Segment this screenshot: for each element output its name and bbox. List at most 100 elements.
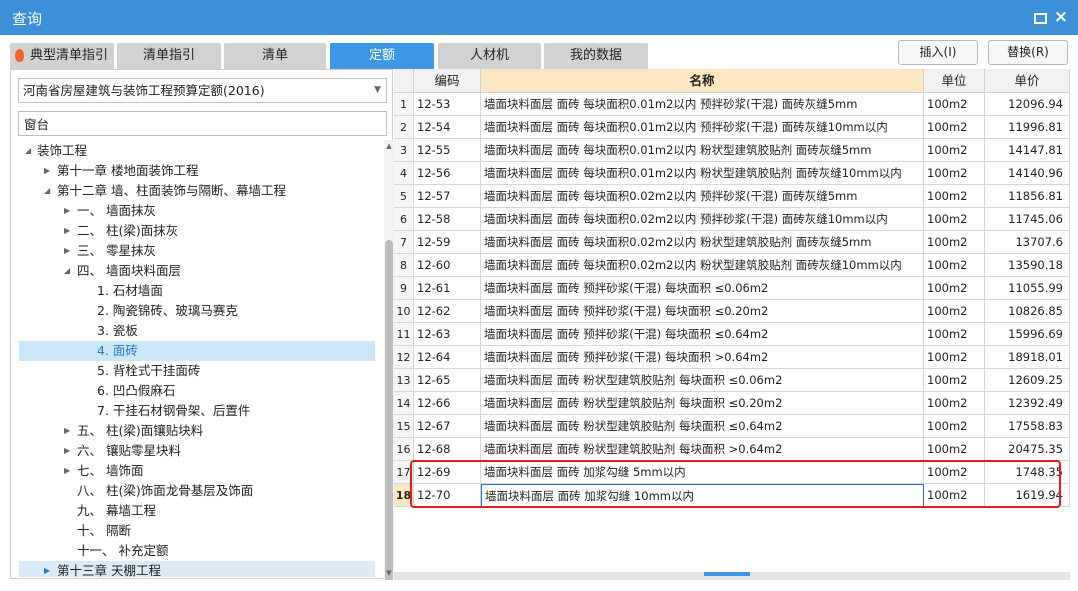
tree-node[interactable]: 3. 瓷板 (19, 321, 375, 341)
price-cell[interactable]: 10826.85 (985, 300, 1070, 323)
tree-node[interactable]: ◢ 四、 墙面块料面层 (19, 261, 375, 281)
tree-scrollbar[interactable]: ▲ ▼ (384, 140, 394, 584)
collapse-triangle-icon[interactable]: ◢ (25, 141, 35, 161)
code-cell[interactable]: 12-60 (414, 254, 481, 277)
close-icon[interactable]: × (1053, 9, 1069, 26)
tree-node[interactable]: ▶ 三、 零星抹灰 (19, 241, 375, 261)
table-row[interactable]: 10 12-62 墙面块料面层 面砖 预拌砂浆(干混) 每块面积 ≤0.20m2 10… (394, 300, 1070, 323)
price-cell[interactable]: 12609.25 (985, 369, 1070, 392)
table-row[interactable]: 8 12-60 墙面块料面层 面砖 每块面积0.02m2以内 粉状型建筑胶贴剂 面砖… (394, 254, 1070, 277)
unit-cell[interactable]: 100m2 (924, 369, 985, 392)
expand-triangle-icon[interactable]: ▶ (64, 461, 74, 481)
price-cell[interactable]: 18918.01 (985, 346, 1070, 369)
grid-horizontal-scrollbar[interactable] (394, 572, 1070, 580)
tree-node[interactable]: ◢ 装饰工程 (19, 141, 375, 161)
quota-library-select[interactable]: 河南省房屋建筑与装饰工程预算定额(2016) ▼ (18, 78, 387, 103)
unit-cell[interactable]: 100m2 (924, 392, 985, 415)
tree-node[interactable]: ▶ 第十一章 楼地面装饰工程 (19, 161, 375, 181)
row-number[interactable]: 8 (394, 254, 414, 277)
price-cell[interactable]: 12096.94 (985, 93, 1070, 116)
name-cell[interactable]: 墙面块料面层 面砖 每块面积0.02m2以内 预拌砂浆(干混) 面砖灰缝5mm (481, 185, 924, 208)
price-cell[interactable]: 15996.69 (985, 323, 1070, 346)
expand-triangle-icon[interactable]: ▶ (44, 161, 54, 181)
price-cell[interactable]: 14140.96 (985, 162, 1070, 185)
tree-node[interactable]: 九、 幕墙工程 (19, 501, 375, 521)
tab-labor-material-machine[interactable]: 人材机 (438, 43, 541, 69)
unit-cell[interactable]: 100m2 (924, 139, 985, 162)
code-cell[interactable]: 12-64 (414, 346, 481, 369)
name-cell[interactable]: 墙面块料面层 面砖 每块面积0.01m2以内 粉状型建筑胶贴剂 面砖灰缝5mm (481, 139, 924, 162)
price-cell[interactable]: 12392.49 (985, 392, 1070, 415)
code-cell[interactable]: 12-65 (414, 369, 481, 392)
tree-node[interactable]: ▶ 第十三章 天棚工程 (19, 561, 375, 577)
row-number[interactable]: 3 (394, 139, 414, 162)
tab-my-data[interactable]: 我的数据 (544, 43, 648, 69)
name-cell[interactable]: 墙面块料面层 面砖 每块面积0.02m2以内 预拌砂浆(干混) 面砖灰缝10mm… (481, 208, 924, 231)
tree-node[interactable]: 2. 陶瓷锦砖、玻璃马赛克 (19, 301, 375, 321)
code-cell[interactable]: 12-63 (414, 323, 481, 346)
tree-node[interactable]: 十、 隔断 (19, 521, 375, 541)
price-cell[interactable]: 11745.06 (985, 208, 1070, 231)
table-row[interactable]: 3 12-55 墙面块料面层 面砖 每块面积0.01m2以内 粉状型建筑胶贴剂 面砖… (394, 139, 1070, 162)
row-number[interactable]: 13 (394, 369, 414, 392)
tree-node[interactable]: 十一、 补充定额 (19, 541, 375, 561)
code-cell[interactable]: 12-56 (414, 162, 481, 185)
tree-node[interactable]: ◢ 第十二章 墙、柱面装饰与隔断、幕墙工程 (19, 181, 375, 201)
tree-node[interactable]: 4. 面砖 (19, 341, 375, 361)
row-number[interactable]: 9 (394, 277, 414, 300)
unit-cell[interactable]: 100m2 (924, 415, 985, 438)
scroll-up-icon[interactable]: ▲ (384, 140, 394, 152)
expand-triangle-icon[interactable]: ▶ (64, 201, 74, 221)
table-row[interactable]: 2 12-54 墙面块料面层 面砖 每块面积0.01m2以内 预拌砂浆(干混) 面砖… (394, 116, 1070, 139)
maximize-icon[interactable] (1031, 9, 1047, 25)
row-number[interactable]: 11 (394, 323, 414, 346)
tree-node[interactable]: 八、 柱(梁)饰面龙骨基层及饰面 (19, 481, 375, 501)
unit-cell[interactable]: 100m2 (924, 93, 985, 116)
name-cell[interactable]: 墙面块料面层 面砖 粉状型建筑胶贴剂 每块面积 ≤0.20m2 (481, 392, 924, 415)
tree-node[interactable]: 1. 石材墙面 (19, 281, 375, 301)
collapse-triangle-icon[interactable]: ◢ (64, 261, 74, 281)
expand-triangle-icon[interactable]: ▶ (64, 421, 74, 441)
tree-node[interactable]: ▶ 二、 柱(梁)面抹灰 (19, 221, 375, 241)
header-unit[interactable]: 单位 (924, 69, 985, 93)
row-number[interactable]: 7 (394, 231, 414, 254)
name-cell[interactable]: 墙面块料面层 面砖 每块面积0.01m2以内 预拌砂浆(干混) 面砖灰缝10mm… (481, 116, 924, 139)
header-name[interactable]: 名称 (481, 69, 924, 93)
table-row[interactable]: 7 12-59 墙面块料面层 面砖 每块面积0.02m2以内 粉状型建筑胶贴剂 面砖… (394, 231, 1070, 254)
table-row[interactable]: 16 12-68 墙面块料面层 面砖 粉状型建筑胶贴剂 每块面积 >0.64m2 10… (394, 438, 1070, 461)
unit-cell[interactable]: 100m2 (924, 185, 985, 208)
scroll-down-icon[interactable]: ▼ (384, 567, 394, 579)
tab-quota[interactable]: 定额 (330, 43, 434, 69)
expand-triangle-icon[interactable]: ▶ (44, 561, 54, 577)
expand-triangle-icon[interactable]: ▶ (64, 441, 74, 461)
row-number[interactable]: 4 (394, 162, 414, 185)
tab-list[interactable]: 清单 (224, 43, 326, 69)
unit-cell[interactable]: 100m2 (924, 116, 985, 139)
row-number[interactable]: 10 (394, 300, 414, 323)
row-number[interactable]: 5 (394, 185, 414, 208)
tree-node[interactable]: 6. 凹凸假麻石 (19, 381, 375, 401)
name-cell[interactable]: 墙面块料面层 面砖 每块面积0.02m2以内 粉状型建筑胶贴剂 面砖灰缝10mm… (481, 254, 924, 277)
collapse-triangle-icon[interactable]: ◢ (44, 181, 54, 201)
price-cell[interactable]: 14147.81 (985, 139, 1070, 162)
code-cell[interactable]: 12-58 (414, 208, 481, 231)
unit-cell[interactable]: 100m2 (924, 254, 985, 277)
tab-list-guide[interactable]: 清单指引 (117, 43, 221, 69)
scroll-thumb[interactable] (385, 240, 393, 584)
price-cell[interactable]: 11055.99 (985, 277, 1070, 300)
row-number[interactable]: 12 (394, 346, 414, 369)
name-cell[interactable]: 墙面块料面层 面砖 预拌砂浆(干混) 每块面积 ≤0.64m2 (481, 323, 924, 346)
price-cell[interactable]: 13590.18 (985, 254, 1070, 277)
code-cell[interactable]: 12-59 (414, 231, 481, 254)
table-row[interactable]: 6 12-58 墙面块料面层 面砖 每块面积0.02m2以内 预拌砂浆(干混) 面砖… (394, 208, 1070, 231)
tree-node[interactable]: ▶ 一、 墙面抹灰 (19, 201, 375, 221)
unit-cell[interactable]: 100m2 (924, 323, 985, 346)
price-cell[interactable]: 11996.81 (985, 116, 1070, 139)
code-cell[interactable]: 12-66 (414, 392, 481, 415)
tree-node[interactable]: 5. 背栓式干挂面砖 (19, 361, 375, 381)
expand-triangle-icon[interactable]: ▶ (64, 221, 74, 241)
tree-node[interactable]: ▶ 五、 柱(梁)面镶贴块料 (19, 421, 375, 441)
row-number[interactable]: 16 (394, 438, 414, 461)
name-cell[interactable]: 墙面块料面层 面砖 每块面积0.01m2以内 预拌砂浆(干混) 面砖灰缝5mm (481, 93, 924, 116)
code-cell[interactable]: 12-55 (414, 139, 481, 162)
